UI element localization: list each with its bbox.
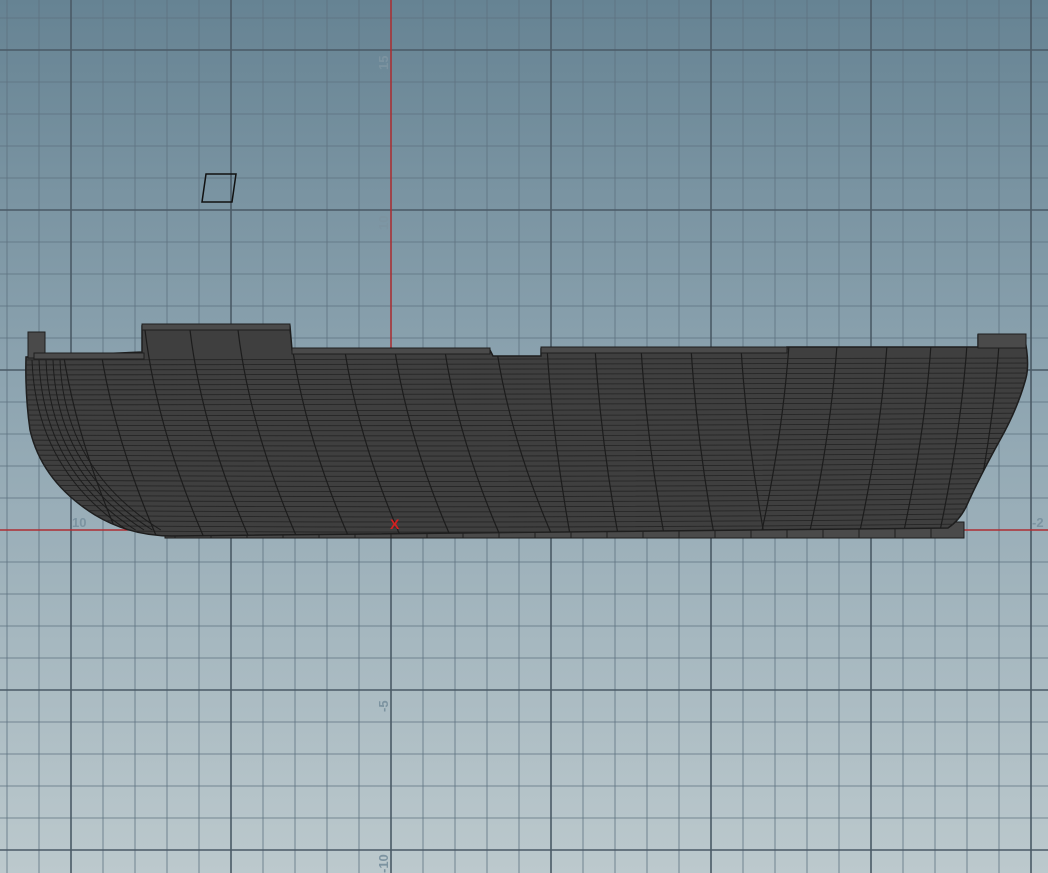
- scene-canvas[interactable]: [0, 0, 1048, 873]
- main-deck-rail-2: [540, 346, 788, 354]
- raised-deck-cap: [141, 323, 291, 331]
- y-axis-label-neg10: -10: [376, 854, 391, 873]
- bow-bulwark: [977, 333, 1027, 349]
- origin-marker: X: [390, 516, 400, 532]
- y-axis-label-neg5: -5: [376, 700, 391, 712]
- x-axis-label-right: -2: [1032, 515, 1044, 530]
- y-axis-label-15: 15: [376, 55, 391, 70]
- hull[interactable]: [0, 323, 1048, 540]
- viewport-3d[interactable]: 10 -2 15 10 -5 -10 X: [0, 0, 1048, 873]
- aft-deck-rail: [33, 352, 145, 360]
- y-axis-label-10: 10: [376, 215, 391, 230]
- main-deck-rail-1: [291, 347, 491, 355]
- x-axis-label-left: 10: [72, 515, 87, 530]
